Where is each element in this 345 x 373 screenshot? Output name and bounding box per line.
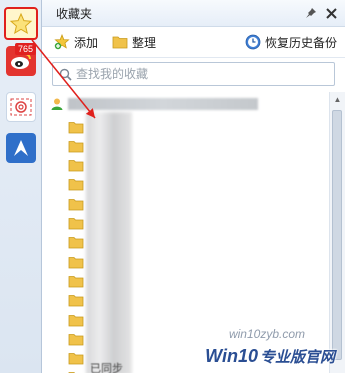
folder-icon (68, 295, 84, 307)
add-button[interactable]: 添加 (54, 34, 98, 51)
vertical-scrollbar[interactable]: ▲ (329, 92, 345, 373)
folder-icon (68, 275, 84, 288)
watermark: Win10 专业版官网 (205, 346, 335, 367)
organize-button[interactable]: 整理 (112, 34, 156, 51)
folder-icon (68, 256, 84, 268)
tree-root[interactable] (50, 94, 258, 114)
search-box (52, 62, 335, 86)
close-button[interactable] (323, 5, 339, 21)
folder-icon (68, 237, 84, 249)
organize-label: 整理 (132, 35, 157, 50)
sidebar: 765 (0, 0, 42, 373)
user-icon (51, 98, 63, 110)
add-label: 添加 (74, 35, 99, 50)
watermark-brand-cn: 专业版官网 (259, 349, 335, 366)
add-star-icon (54, 34, 70, 50)
scroll-thumb[interactable] (332, 110, 342, 360)
folder-icon (68, 314, 84, 326)
watermark-url: win10zyb.com (228, 327, 305, 341)
qq-button[interactable] (6, 133, 36, 163)
qq-icon (14, 140, 28, 156)
title-bar: 收藏夹 (42, 0, 345, 27)
pin-button[interactable] (303, 5, 319, 21)
folder-icon (68, 333, 84, 346)
root-label-redacted (68, 98, 258, 110)
folder-icon (68, 121, 84, 133)
pin-icon (306, 8, 316, 18)
scroll-up-button[interactable]: ▲ (330, 92, 345, 107)
search-icon (59, 68, 72, 81)
restore-label: 恢复历史备份 (264, 35, 337, 50)
close-icon (325, 7, 337, 19)
panel-title: 收藏夹 (56, 6, 93, 21)
favorites-button[interactable] (4, 7, 38, 40)
folder-icon (112, 36, 128, 49)
watermark-brand: Win10 (205, 346, 258, 366)
favorites-panel: 收藏夹 添加 整理 恢复历史备份 查找我的收藏 已同步 ▲ win10zyb.c… (42, 0, 345, 373)
clock-icon (245, 34, 261, 50)
redacted-labels (86, 112, 132, 373)
folder-icon (68, 198, 84, 211)
folder-icon (68, 140, 84, 153)
restore-backup-button[interactable]: 恢复历史备份 (245, 34, 337, 51)
last-folder-label: 已同步 (90, 363, 123, 373)
star-icon (9, 12, 33, 34)
search-input[interactable] (72, 66, 334, 82)
folder-icon (68, 179, 84, 191)
folder-icon (68, 353, 84, 365)
mail-icon (10, 98, 32, 116)
folder-icon (68, 160, 84, 172)
folder-icon (68, 218, 84, 230)
mail-button[interactable] (6, 92, 36, 122)
weibo-badge: 765 (15, 43, 37, 55)
toolbar: 添加 整理 恢复历史备份 (42, 27, 345, 58)
